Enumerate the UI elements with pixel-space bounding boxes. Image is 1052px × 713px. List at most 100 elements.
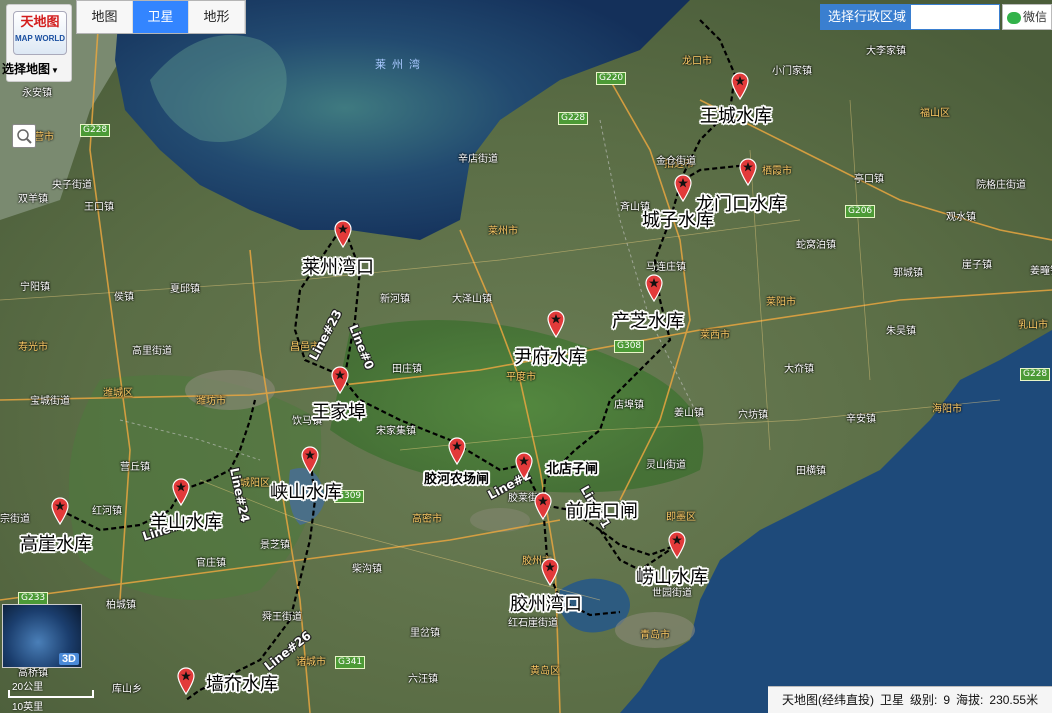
reservoir-label: 高崖水库 (20, 534, 92, 555)
town-label: 宗街道 (0, 514, 30, 525)
road-shield: G206 (845, 205, 876, 218)
town-label: 院格庄街道 (976, 180, 1026, 191)
map-pin-icon[interactable] (730, 72, 750, 101)
map-pin-icon[interactable] (514, 452, 534, 481)
road-shield: G341 (335, 656, 366, 669)
town-label: 新河镇 (380, 294, 410, 305)
town-label: 景芝镇 (260, 540, 290, 551)
city-label: 诸城市 (296, 657, 326, 668)
reservoir-label: 城子水库 (642, 210, 714, 231)
town-label: 田横镇 (796, 466, 826, 477)
map-pin-icon[interactable] (176, 667, 196, 696)
town-label: 里岔镇 (410, 628, 440, 639)
status-source: 天地图(经纬直投) (782, 693, 874, 707)
town-label: 库山乡 (112, 684, 142, 695)
reservoir-label: 胶河农场闸 (424, 472, 490, 487)
town-label: 小门家镇 (772, 66, 812, 77)
town-label: 六汪镇 (408, 674, 438, 685)
map-pin-icon[interactable] (738, 158, 758, 187)
town-label: 蛇窝泊镇 (796, 240, 836, 251)
map-pin-icon[interactable] (330, 366, 350, 395)
reservoir-label: 北店子闸 (546, 462, 599, 477)
town-label: 官庄镇 (196, 558, 226, 569)
wechat-button[interactable]: 微信 (1002, 4, 1052, 30)
city-label: 莱西市 (700, 330, 730, 341)
town-label: 夏邱镇 (170, 284, 200, 295)
region-select[interactable]: 选择行政区域 (820, 4, 1000, 30)
satellite-map[interactable]: 莱州湾 G228 G220 G228 G206 G308 G228 G309 G… (0, 0, 1052, 713)
logo-cn: 天地图 (20, 15, 60, 30)
region-select-label: 选择行政区域 (828, 9, 907, 24)
town-label: 柴沟镇 (352, 564, 382, 575)
overview-map[interactable]: 3D (2, 604, 82, 668)
town-label: 辛安镇 (846, 414, 876, 425)
city-label: 福山区 (920, 108, 950, 119)
map-pin-icon[interactable] (50, 497, 70, 526)
tianditu-logo: 天地图 MAP WORLD (13, 11, 67, 55)
town-label: 灵山街道 (646, 460, 686, 471)
reservoir-label: 产芝水库 (612, 311, 684, 332)
3d-toggle[interactable]: 3D (58, 653, 79, 665)
map-type-terrain[interactable]: 地形 (189, 1, 245, 33)
choose-map-button[interactable]: 选择地图▼ (2, 60, 74, 77)
reservoir-label: 墙夼水库 (206, 674, 278, 695)
town-label: 金仓街道 (656, 156, 696, 167)
town-label: 大泽山镇 (452, 294, 492, 305)
reservoir-label: 峡山水库 (270, 482, 342, 503)
reservoir-label: 王家埠 (312, 402, 366, 423)
status-altitude: 230.55米 (989, 693, 1039, 707)
town-label: 红河镇 (92, 506, 122, 517)
city-label: 莱州市 (488, 226, 518, 237)
status-level-label: 级别: (910, 693, 938, 707)
town-label: 大李家镇 (866, 46, 906, 57)
map-pin-icon[interactable] (533, 492, 553, 521)
reservoir-label: 王城水库 (700, 106, 772, 127)
town-label: 王口镇 (84, 202, 114, 213)
road-shield: G308 (614, 340, 645, 353)
map-pin-icon[interactable] (546, 310, 566, 339)
reservoir-label: 前店口闸 (566, 501, 638, 522)
map-pin-icon[interactable] (667, 531, 687, 560)
town-label: 亭口镇 (854, 174, 884, 185)
map-pin-icon[interactable] (300, 446, 320, 475)
caret-down-icon: ▼ (51, 66, 59, 75)
city-label: 龙口市 (682, 56, 712, 67)
status-altitude-label: 海拔: (956, 693, 984, 707)
road-shield: G228 (558, 112, 589, 125)
map-pin-icon[interactable] (171, 478, 191, 507)
reservoir-label: 尹府水库 (514, 347, 586, 368)
map-pin-icon[interactable] (540, 558, 560, 587)
map-pin-icon[interactable] (673, 174, 693, 203)
map-pin-icon[interactable] (644, 274, 664, 303)
town-label: 田庄镇 (392, 364, 422, 375)
map-pin-icon[interactable] (333, 220, 353, 249)
zoom-control[interactable] (12, 124, 36, 148)
town-label: 舜王街道 (262, 612, 302, 623)
town-label: 马连庄镇 (646, 262, 686, 273)
map-type-satellite[interactable]: 卫星 (133, 1, 189, 33)
town-label: 姜疃镇 (1030, 266, 1052, 277)
city-label: 寿光市 (18, 342, 48, 353)
town-label: 穴坊镇 (738, 410, 768, 421)
town-label: 崖子镇 (962, 260, 992, 271)
map-type-switcher: 地图 卫星 地形 (76, 0, 246, 34)
scale-bottom: 10英里 (12, 702, 44, 713)
reservoir-label: 崂山水库 (636, 567, 708, 588)
town-label: 郭城镇 (893, 268, 923, 279)
town-label: 店埠镇 (614, 400, 644, 411)
town-label: 宝城街道 (30, 396, 70, 407)
region-dropdown[interactable] (910, 4, 1000, 30)
map-type-map[interactable]: 地图 (77, 1, 133, 33)
town-label: 观水镇 (946, 212, 976, 223)
town-label: 侯镇 (114, 292, 134, 303)
map-pin-icon[interactable] (447, 437, 467, 466)
city-label: 海阳市 (932, 404, 962, 415)
town-label: 大夼镇 (784, 364, 814, 375)
city-label: 潍城区 (103, 388, 133, 399)
town-label: 营丘镇 (120, 462, 150, 473)
logo-en: MAP WORLD (14, 34, 66, 43)
reservoir-label: 莱州湾口 (302, 257, 374, 278)
road-shield: G220 (596, 72, 627, 85)
city-label: 莱阳市 (766, 297, 796, 308)
town-label: 双羊镇 (18, 194, 48, 205)
